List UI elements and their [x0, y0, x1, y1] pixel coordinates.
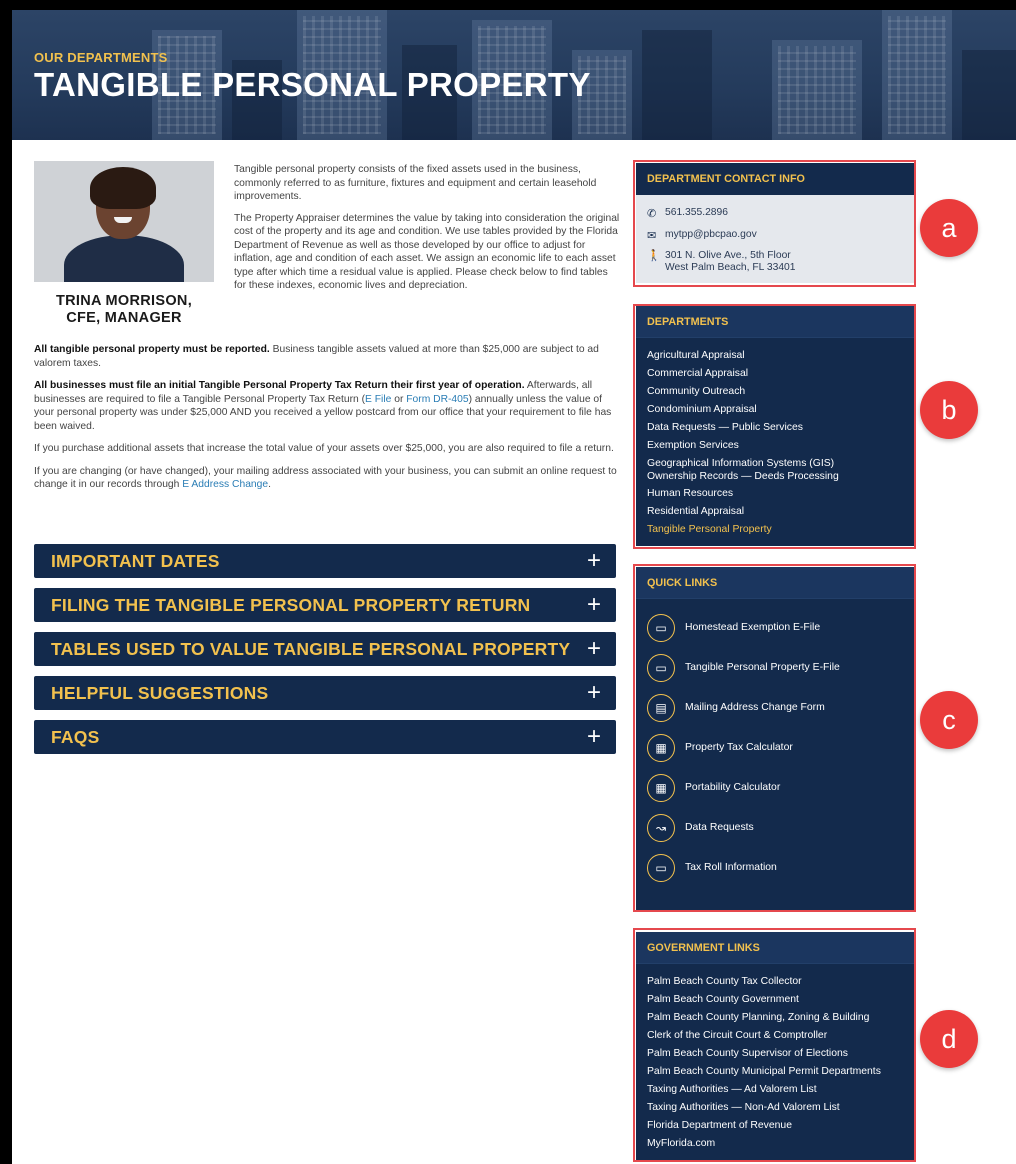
annotation-badge-d: d [920, 1010, 978, 1068]
intro-paragraph-1: Tangible personal property consists of t… [234, 164, 597, 202]
expand-plus-icon[interactable]: + [587, 593, 601, 617]
expand-plus-icon[interactable]: + [587, 637, 601, 661]
accordion-helpful-suggestions[interactable]: HELPFUL SUGGESTIONS + [34, 676, 616, 710]
e-address-change-link[interactable]: E Address Change [182, 479, 268, 490]
expand-plus-icon[interactable]: + [587, 725, 601, 749]
paragraph-initial-return: All businesses must file an initial Tang… [34, 380, 612, 432]
paragraph-reporting: All tangible personal property must be r… [34, 344, 599, 369]
annotation-outline-a [633, 160, 916, 287]
body-text: All tangible personal property must be r… [34, 343, 620, 501]
expand-plus-icon[interactable]: + [587, 681, 601, 705]
paragraph-additional-assets: If you purchase additional assets that i… [34, 443, 614, 454]
annotation-outline-d [633, 928, 916, 1162]
page-frame: OUR DEPARTMENTS TANGIBLE PERSONAL PROPER… [12, 10, 1016, 1164]
intro-paragraph-2: The Property Appraiser determines the va… [234, 212, 620, 292]
page-eyebrow: OUR DEPARTMENTS [34, 50, 168, 65]
accordion-important-dates[interactable]: IMPORTANT DATES + [34, 544, 616, 578]
hero-banner: OUR DEPARTMENTS TANGIBLE PERSONAL PROPER… [12, 10, 1016, 140]
paragraph-address-change: If you are changing (or have changed), y… [34, 465, 617, 491]
intro-text: Tangible personal property consists of t… [234, 163, 620, 301]
page-title: TANGIBLE PERSONAL PROPERTY [34, 66, 591, 103]
annotation-outline-c [633, 564, 916, 912]
efile-link[interactable]: E File [365, 394, 391, 405]
manager-name: TRINA MORRISON, CFE, MANAGER [55, 293, 193, 326]
accordion-filing-return[interactable]: FILING THE TANGIBLE PERSONAL PROPERTY RE… [34, 588, 616, 622]
form-dr405-link[interactable]: Form DR-405 [406, 394, 468, 405]
annotation-outline-b [633, 304, 916, 549]
annotation-badge-b: b [920, 381, 978, 439]
annotation-badge-a: a [920, 199, 978, 257]
expand-plus-icon[interactable]: + [587, 549, 601, 573]
manager-photo [34, 161, 214, 282]
annotation-badge-c: c [920, 691, 978, 749]
accordion-faqs[interactable]: FAQS + [34, 720, 616, 754]
accordion-tables[interactable]: TABLES USED TO VALUE TANGIBLE PERSONAL P… [34, 632, 616, 666]
